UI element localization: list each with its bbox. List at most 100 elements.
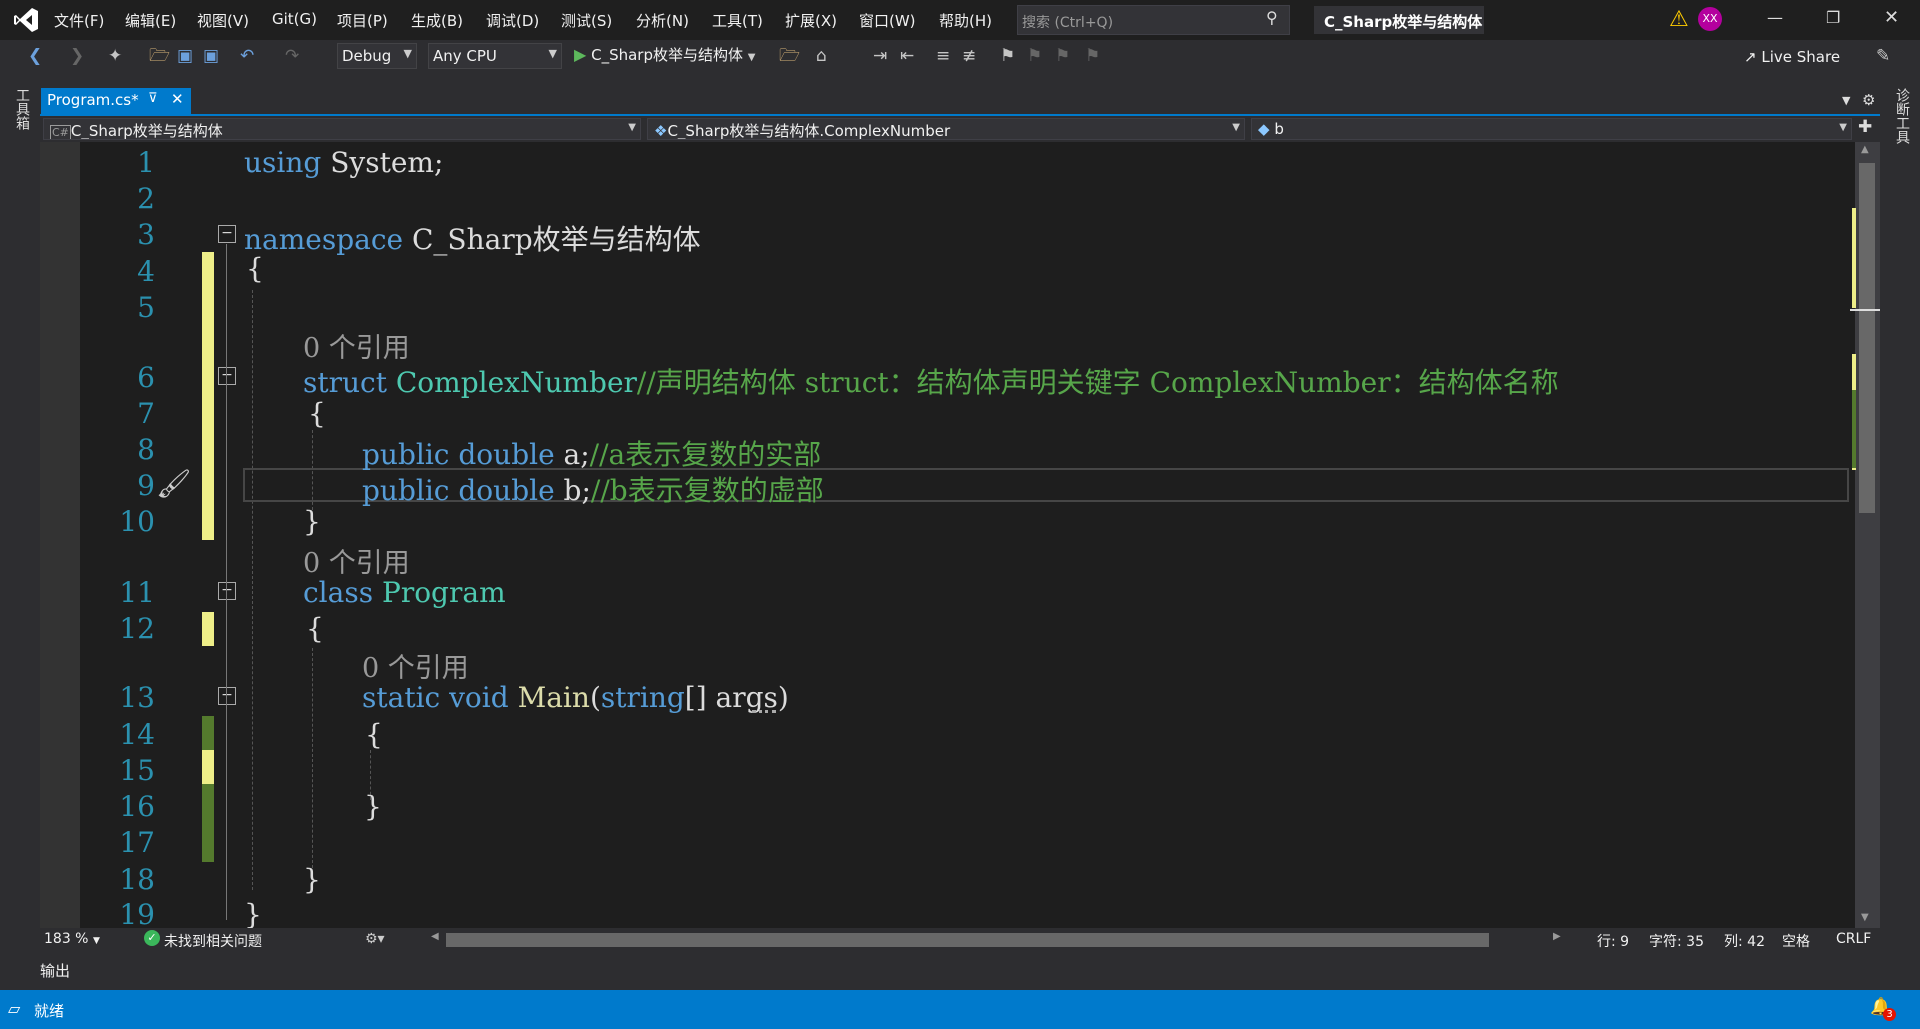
collapse-icon[interactable]: − bbox=[218, 225, 236, 243]
visual-studio-logo-icon[interactable] bbox=[12, 6, 40, 34]
warning-icon[interactable]: ⚠ bbox=[1669, 7, 1689, 32]
scroll-right-icon[interactable]: ▶ bbox=[1553, 931, 1561, 942]
code-line-1: using System; bbox=[244, 146, 443, 179]
type-value: C_Sharp枚举与结构体.ComplexNumber bbox=[667, 122, 951, 140]
configuration-select[interactable]: Debug ▼ bbox=[337, 43, 417, 69]
code-text: ( bbox=[589, 681, 601, 714]
code-text: System; bbox=[321, 146, 444, 179]
outdent-icon[interactable]: ⇤ bbox=[900, 46, 914, 66]
close-window-icon[interactable]: ✕ bbox=[1884, 7, 1899, 28]
menu-help[interactable]: 帮助(H) bbox=[939, 10, 992, 31]
menu-extensions[interactable]: 扩展(X) bbox=[785, 10, 837, 31]
line-ending-indicator[interactable]: CRLF bbox=[1836, 931, 1871, 947]
save-all-icon[interactable]: ▣ bbox=[203, 46, 219, 66]
saved-change-marker bbox=[202, 784, 214, 862]
status-window-icon: ▱ bbox=[8, 999, 21, 1018]
prev-bookmark-icon[interactable]: ⚑ bbox=[1027, 46, 1042, 66]
menu-debug[interactable]: 调试(D) bbox=[486, 10, 539, 31]
chevron-down-icon: ▼ bbox=[92, 936, 100, 946]
horizontal-scrollbar-thumb[interactable] bbox=[446, 933, 1489, 947]
toolbox-tab[interactable]: 工具箱 bbox=[12, 88, 32, 130]
indicator-margin bbox=[40, 142, 80, 928]
codelens-references[interactable]: 0 个引用 bbox=[303, 541, 410, 580]
menu-view[interactable]: 视图(V) bbox=[197, 10, 249, 31]
tab-program-cs[interactable]: Program.cs* ⊽ ✕ bbox=[41, 88, 191, 114]
restore-icon[interactable]: ❐ bbox=[1826, 8, 1840, 27]
chevron-down-icon: ▼ bbox=[1839, 122, 1847, 133]
menu-window[interactable]: 窗口(W) bbox=[859, 10, 916, 31]
project-dropdown[interactable]: C# C_Sharp枚举与结构体 ▼ bbox=[43, 118, 641, 140]
clear-bookmarks-icon[interactable]: ⚑ bbox=[1085, 46, 1100, 66]
new-item-icon[interactable]: ✦ bbox=[108, 46, 122, 66]
line-number: 14 bbox=[119, 718, 155, 751]
save-icon[interactable]: ▣ bbox=[177, 46, 193, 66]
gear-icon[interactable]: ⚙ bbox=[1862, 91, 1875, 109]
browse-folder-icon[interactable]: 🗁 bbox=[779, 46, 800, 66]
code-cleanup-icon[interactable]: ⚙▾ bbox=[365, 931, 385, 947]
type-dropdown[interactable]: ❖C_Sharp枚举与结构体.ComplexNumber ▼ bbox=[647, 118, 1245, 140]
output-tab[interactable]: 输出 bbox=[40, 960, 70, 981]
uncomment-icon[interactable]: ≢ bbox=[962, 46, 976, 66]
issues-status[interactable]: 未找到相关问题 bbox=[164, 931, 262, 951]
menu-project[interactable]: 项目(P) bbox=[337, 10, 388, 31]
configuration-value: Debug bbox=[342, 47, 392, 65]
feedback-icon[interactable]: ✎ bbox=[1876, 46, 1890, 66]
undo-icon[interactable]: ↶ bbox=[240, 46, 254, 66]
menu-file[interactable]: 文件(F) bbox=[54, 10, 104, 31]
comment: //a表示复数的实部 bbox=[589, 438, 822, 471]
diagnostic-tools-tab[interactable]: 诊断工具 bbox=[1892, 88, 1912, 144]
scroll-down-icon[interactable]: ▼ bbox=[1861, 912, 1869, 923]
avatar[interactable]: XX bbox=[1698, 7, 1722, 31]
collapse-icon[interactable]: − bbox=[218, 367, 236, 385]
field-icon: ◆ bbox=[1258, 120, 1270, 138]
menu-test[interactable]: 测试(S) bbox=[561, 10, 612, 31]
menu-git[interactable]: Git(G) bbox=[272, 10, 317, 28]
live-share-button[interactable]: ↗ Live Share bbox=[1744, 48, 1840, 66]
indent-guide bbox=[252, 290, 253, 890]
pin-icon[interactable]: ⊽ bbox=[148, 91, 158, 106]
unsaved-change-marker bbox=[202, 252, 214, 540]
quick-actions-brush-icon[interactable]: 🖌 bbox=[156, 467, 192, 500]
document-tab-row bbox=[40, 74, 1880, 114]
home-icon[interactable]: ⌂ bbox=[816, 46, 827, 66]
back-icon[interactable]: ❮ bbox=[28, 46, 42, 66]
platform-select[interactable]: Any CPU ▼ bbox=[428, 43, 562, 69]
search-box[interactable]: 搜索 (Ctrl+Q) ⚲ bbox=[1017, 5, 1290, 35]
start-debug-button[interactable]: ▶ C_Sharp枚举与结构体 ▼ bbox=[574, 44, 755, 70]
forward-icon[interactable]: ❯ bbox=[70, 46, 84, 66]
menu-edit[interactable]: 编辑(E) bbox=[125, 10, 176, 31]
codelens-references[interactable]: 0 个引用 bbox=[362, 646, 469, 685]
codelens-references[interactable]: 0 个引用 bbox=[303, 326, 410, 365]
scroll-up-icon[interactable]: ▲ bbox=[1861, 144, 1869, 155]
minimize-icon[interactable]: — bbox=[1767, 8, 1783, 27]
keyword: struct bbox=[303, 366, 387, 399]
member-dropdown[interactable]: ◆ b ▼ bbox=[1251, 118, 1852, 140]
char-indicator[interactable]: 字符: 35 bbox=[1649, 931, 1704, 951]
collapse-icon[interactable]: − bbox=[218, 582, 236, 600]
comment-icon[interactable]: ≡ bbox=[936, 46, 950, 66]
split-window-icon[interactable]: ✚ bbox=[1858, 117, 1872, 137]
scroll-change-marker bbox=[1852, 208, 1856, 308]
close-tab-icon[interactable]: ✕ bbox=[171, 90, 184, 108]
open-folder-icon[interactable]: 🗁 bbox=[149, 46, 170, 66]
share-icon: ↗ bbox=[1744, 48, 1757, 66]
whitespace-indicator[interactable]: 空格 bbox=[1782, 931, 1810, 951]
line-indicator[interactable]: 行: 9 bbox=[1597, 931, 1629, 951]
column-indicator[interactable]: 列: 42 bbox=[1724, 931, 1765, 951]
zoom-select[interactable]: 183 % ▼ bbox=[44, 931, 122, 949]
menu-tools[interactable]: 工具(T) bbox=[712, 10, 763, 31]
scrollbar-thumb[interactable] bbox=[1859, 163, 1875, 513]
collapse-icon[interactable]: − bbox=[218, 687, 236, 705]
scroll-left-icon[interactable]: ◀ bbox=[431, 931, 439, 942]
title-bar: 文件(F) 编辑(E) 视图(V) Git(G) 项目(P) 生成(B) 调试(… bbox=[0, 0, 1920, 40]
redo-icon[interactable]: ↷ bbox=[285, 46, 299, 66]
line-number: 15 bbox=[119, 754, 155, 787]
chevron-down-icon: ▼ bbox=[1232, 122, 1240, 133]
bookmark-icon[interactable]: ⚑ bbox=[1000, 46, 1015, 66]
menu-build[interactable]: 生成(B) bbox=[411, 10, 463, 31]
tab-list-icon[interactable]: ▼ bbox=[1842, 94, 1850, 107]
indent-icon[interactable]: ⇥ bbox=[873, 46, 887, 66]
next-bookmark-icon[interactable]: ⚑ bbox=[1055, 46, 1070, 66]
menu-analyze[interactable]: 分析(N) bbox=[636, 10, 689, 31]
code-text: a; bbox=[554, 438, 590, 471]
